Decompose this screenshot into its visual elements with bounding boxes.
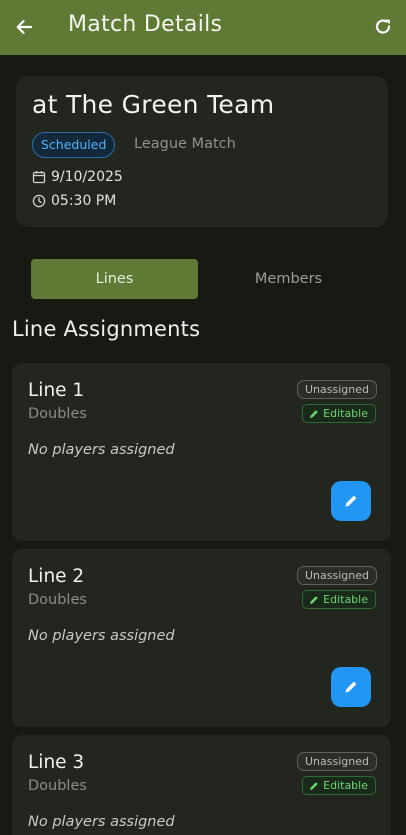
pencil-icon: [345, 681, 357, 693]
unassigned-badge: Unassigned: [297, 752, 377, 771]
edit-line-button[interactable]: [331, 667, 371, 707]
players-text: No players assigned: [28, 814, 175, 830]
line-card[interactable]: Line 3 Doubles No players assigned Unass…: [12, 735, 391, 835]
opponent-title: at The Green Team: [32, 90, 275, 119]
line-card[interactable]: Line 2 Doubles No players assigned Unass…: [12, 549, 391, 727]
editable-label: Editable: [323, 779, 368, 792]
back-button[interactable]: [12, 15, 36, 39]
clock-icon: [32, 194, 46, 208]
status-badge: Scheduled: [32, 132, 116, 158]
line-format: Doubles: [28, 778, 87, 794]
page-title: Match Details: [68, 12, 223, 37]
line-name: Line 1: [28, 380, 85, 401]
match-type-label: League Match: [134, 136, 236, 152]
line-format: Doubles: [28, 592, 87, 608]
line-card[interactable]: Line 1 Doubles No players assigned Unass…: [12, 363, 391, 541]
players-text: No players assigned: [28, 628, 175, 644]
app-bar: Match Details: [0, 0, 406, 55]
unassigned-badge: Unassigned: [297, 566, 377, 585]
calendar-icon: [32, 171, 46, 184]
editable-label: Editable: [323, 407, 368, 420]
time-row: 05:30 PM: [32, 193, 116, 209]
line-name: Line 3: [28, 752, 85, 773]
editable-badge: Editable: [302, 776, 376, 795]
editable-label: Editable: [323, 593, 368, 606]
line-name: Line 2: [28, 566, 85, 587]
pencil-icon: [310, 595, 318, 604]
refresh-button[interactable]: [371, 15, 395, 39]
editable-badge: Editable: [302, 404, 376, 423]
arrow-left-icon: [16, 20, 33, 34]
tab-members[interactable]: Members: [221, 259, 356, 299]
section-title: Line Assignments: [12, 317, 201, 341]
pencil-icon: [310, 781, 318, 790]
edit-line-button[interactable]: [331, 481, 371, 521]
unassigned-badge: Unassigned: [297, 380, 377, 399]
line-format: Doubles: [28, 406, 87, 422]
tab-bar: Lines Members: [31, 259, 376, 299]
refresh-icon: [375, 19, 391, 34]
date-row: 9/10/2025: [32, 169, 123, 185]
tab-lines[interactable]: Lines: [31, 259, 198, 299]
pencil-icon: [345, 495, 357, 507]
players-text: No players assigned: [28, 442, 175, 458]
match-time: 05:30 PM: [51, 193, 117, 209]
match-date: 9/10/2025: [51, 169, 123, 185]
editable-badge: Editable: [302, 590, 376, 609]
pencil-icon: [310, 409, 318, 418]
match-summary-card: at The Green Team Scheduled League Match…: [16, 76, 388, 227]
